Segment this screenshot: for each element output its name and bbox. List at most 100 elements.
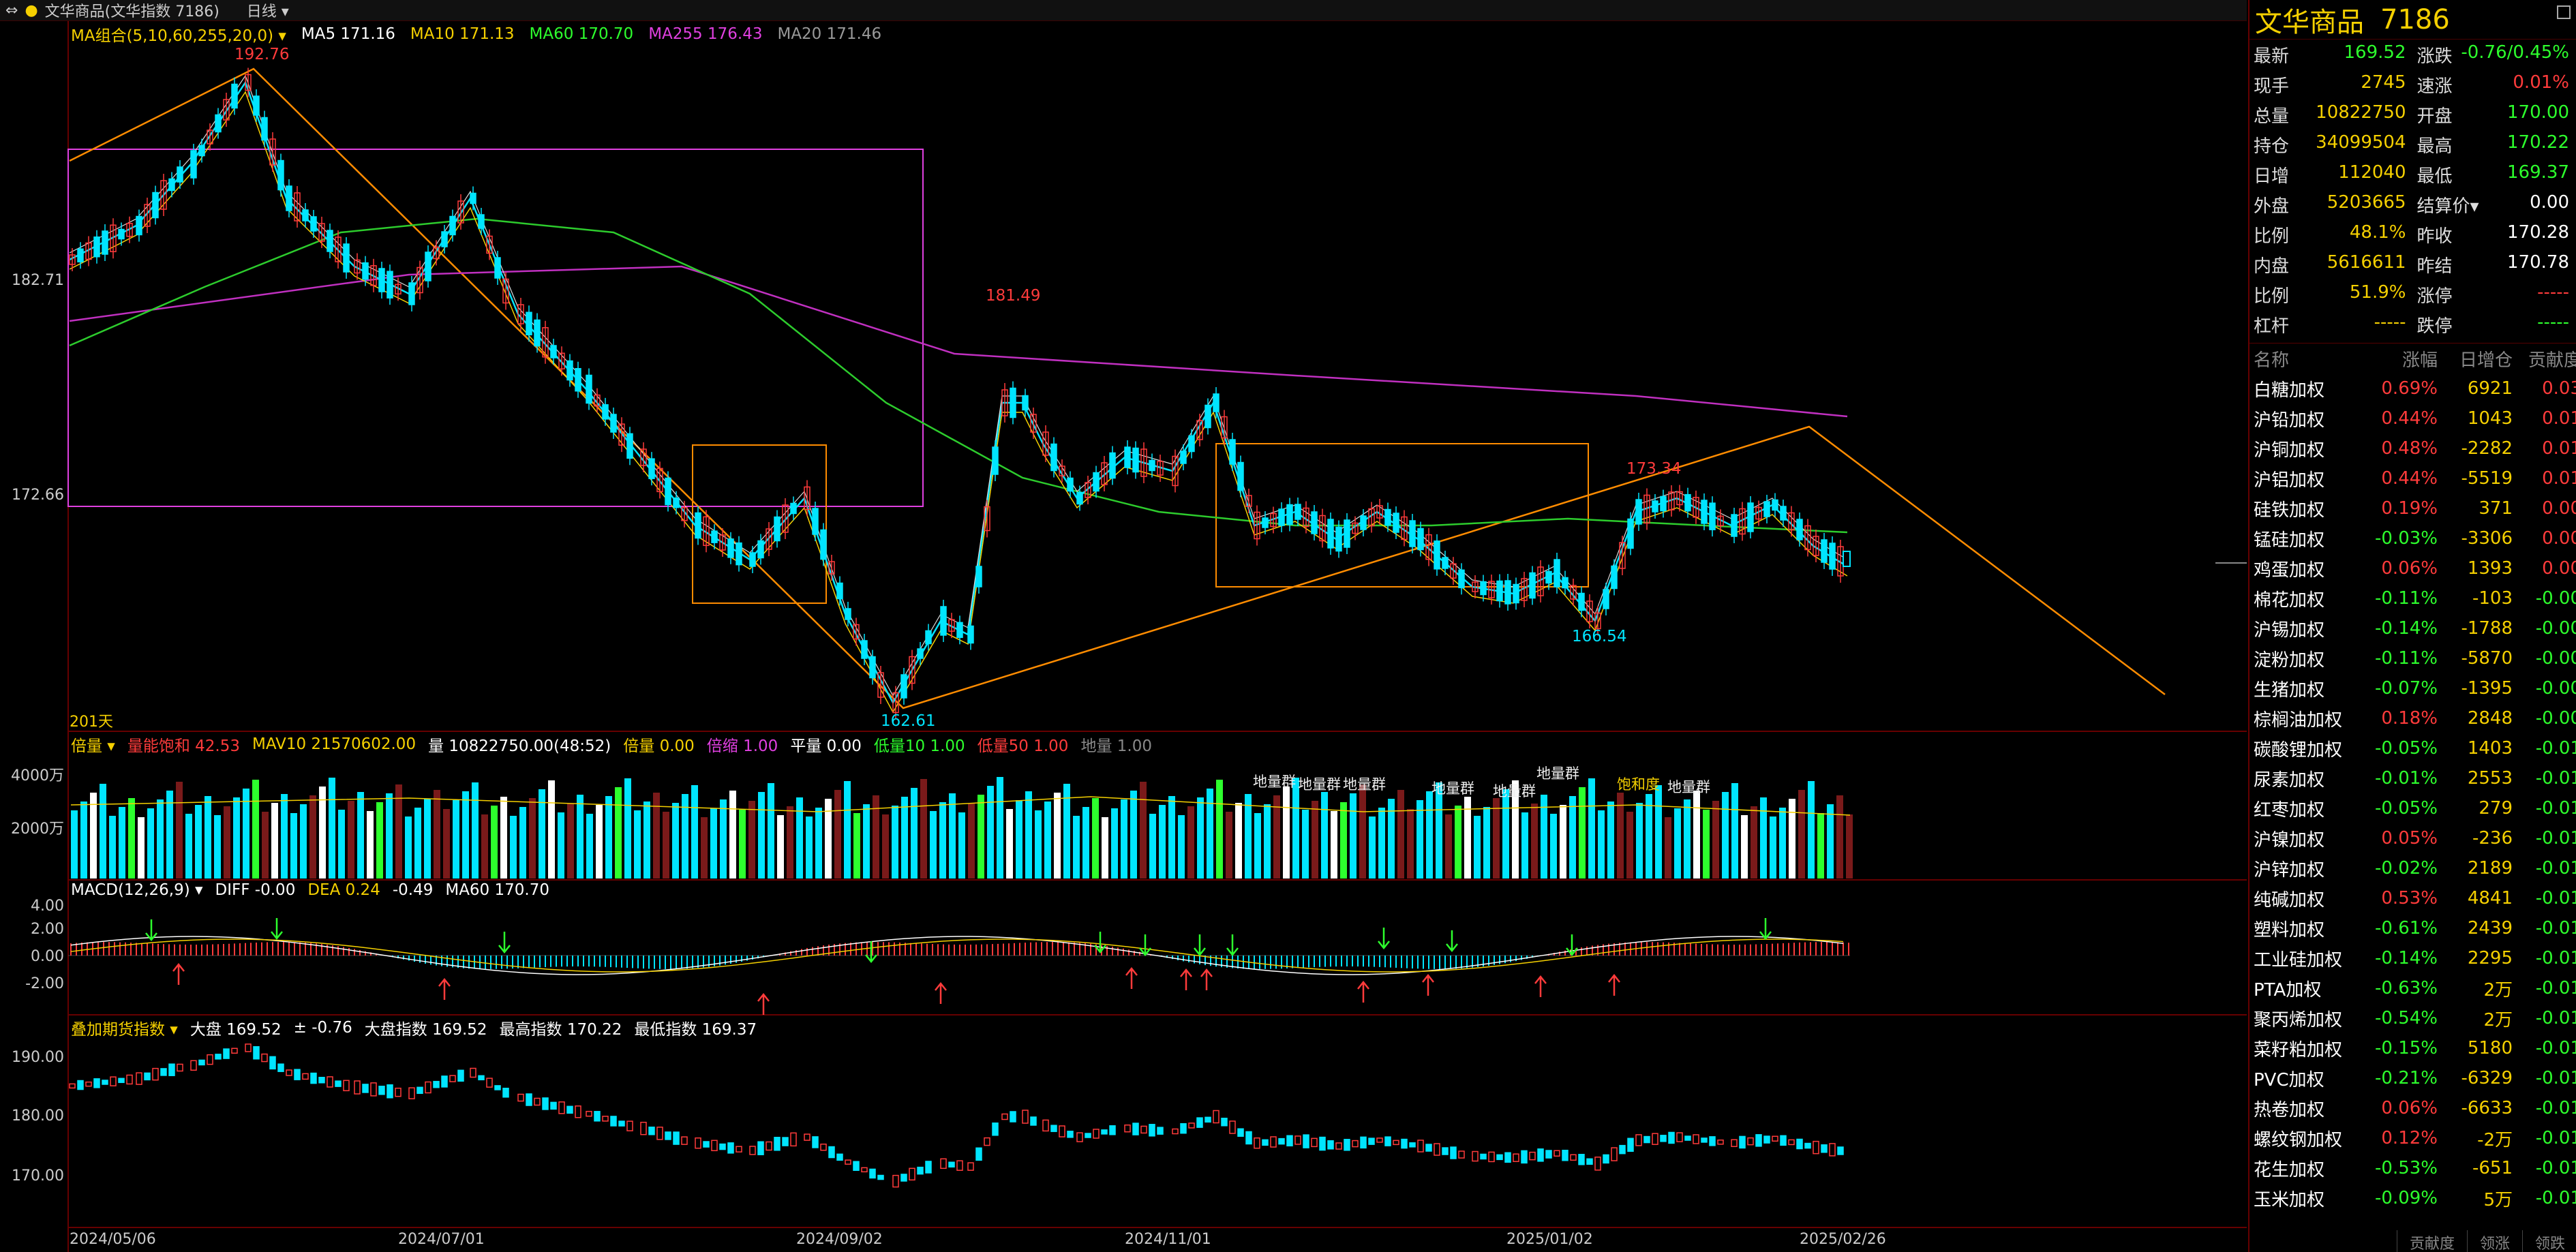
candle bbox=[1701, 500, 1708, 524]
table-row[interactable]: 沪锡加权 -0.14% -1788 -0.00 bbox=[2249, 613, 2576, 643]
volume-bar bbox=[787, 806, 793, 879]
overlay-candle bbox=[1545, 1150, 1552, 1159]
days-label: 201天 bbox=[70, 714, 113, 731]
overlay-selector[interactable]: 叠加期货指数 ▾ bbox=[71, 1016, 178, 1039]
table-row[interactable]: 棉花加权 -0.11% -103 -0.00 bbox=[2249, 583, 2576, 613]
volume-bar bbox=[405, 816, 412, 879]
contribution: -0.00 bbox=[2535, 678, 2576, 699]
volume-bar bbox=[519, 807, 526, 879]
overlay-candle bbox=[594, 1111, 601, 1122]
candle bbox=[1434, 540, 1440, 570]
contribution: 0.01 bbox=[2542, 408, 2576, 429]
table-row[interactable]: 生猪加权 -0.07% -1395 -0.00 bbox=[2249, 673, 2576, 703]
table-row[interactable]: 菜籽粕加权 -0.15% 5180 -0.01 bbox=[2249, 1033, 2576, 1063]
tab-contribution[interactable]: 贡献度 bbox=[2396, 1230, 2467, 1252]
window-menu-icon[interactable]: ⇔ bbox=[5, 2, 18, 19]
chart-canvas[interactable] bbox=[0, 21, 2247, 1252]
table-row[interactable]: 尿素加权 -0.01% 2553 -0.01 bbox=[2249, 763, 2576, 793]
candle bbox=[1311, 511, 1318, 534]
quote-value: 51.9% bbox=[2349, 281, 2406, 303]
overlay-candle bbox=[820, 1143, 827, 1151]
col-change[interactable]: 涨幅 bbox=[2363, 346, 2438, 371]
table-row[interactable]: 玉米加权 -0.09% 5万 -0.01 bbox=[2249, 1183, 2576, 1213]
candle bbox=[1149, 459, 1155, 472]
quote-label: 现手 bbox=[2254, 76, 2290, 97]
window-restore-icon[interactable] bbox=[2557, 5, 2571, 19]
commodity-name: 锰硅加权 bbox=[2254, 530, 2325, 551]
table-row[interactable]: 棕榈油加权 0.18% 2848 -0.00 bbox=[2249, 703, 2576, 733]
change-pct: -0.05% bbox=[2375, 738, 2438, 759]
oi-change: 2553 bbox=[2467, 768, 2513, 789]
volume-indicator-selector[interactable]: 倍量 ▾ bbox=[71, 733, 115, 756]
overlay-candle bbox=[335, 1080, 342, 1087]
volume-bar bbox=[901, 797, 908, 879]
candle bbox=[665, 477, 671, 506]
table-row[interactable]: 碳酸锂加权 -0.05% 1403 -0.01 bbox=[2249, 733, 2576, 763]
overlay-candle bbox=[1627, 1138, 1634, 1152]
volume-bar bbox=[930, 811, 937, 879]
candle bbox=[1529, 572, 1536, 599]
volume-bar bbox=[1569, 796, 1576, 879]
table-row[interactable]: 花生加权 -0.53% -651 -0.01 bbox=[2249, 1153, 2576, 1183]
overlay-candle bbox=[1425, 1144, 1432, 1152]
candle bbox=[77, 248, 84, 262]
overlay-candle bbox=[1157, 1127, 1164, 1135]
overlay-candle bbox=[558, 1101, 565, 1114]
overlay-candle bbox=[198, 1059, 205, 1066]
table-row[interactable]: 热卷加权 0.06% -6633 -0.01 bbox=[2249, 1093, 2576, 1123]
volume-bar bbox=[729, 791, 736, 879]
table-row[interactable]: 纯碱加权 0.53% 4841 -0.01 bbox=[2249, 883, 2576, 913]
table-row[interactable]: 沪铝加权 0.44% -5519 0.01 bbox=[2249, 463, 2576, 493]
candle bbox=[1360, 515, 1367, 530]
table-row[interactable]: 红枣加权 -0.05% 279 -0.01 bbox=[2249, 793, 2576, 823]
candle bbox=[261, 117, 268, 141]
oi-change: 2295 bbox=[2467, 948, 2513, 968]
table-row[interactable]: 沪镍加权 0.05% -236 -0.01 bbox=[2249, 823, 2576, 853]
col-contrib[interactable]: 贡献度 bbox=[2513, 346, 2576, 371]
chart-area[interactable]: MA组合(5,10,60,255,20,0) ▾ MA5 171.16 MA10… bbox=[0, 21, 2247, 1252]
quote-label: 比例 bbox=[2254, 226, 2290, 247]
quote-row: 比例 48.1% 昨收 170.28 bbox=[2249, 219, 2576, 249]
volume-bar bbox=[768, 783, 774, 879]
volume-bar bbox=[1426, 791, 1433, 879]
commodity-name: 红枣加权 bbox=[2254, 799, 2325, 821]
table-row[interactable]: PVC加权 -0.21% -6329 -0.01 bbox=[2249, 1063, 2576, 1093]
quote-value: 48.1% bbox=[2349, 222, 2406, 243]
overlay-candle bbox=[327, 1076, 333, 1088]
table-row[interactable]: 淀粉加权 -0.11% -5870 -0.00 bbox=[2249, 643, 2576, 673]
overlay-candle bbox=[1643, 1135, 1650, 1144]
overlay-candle bbox=[550, 1101, 557, 1110]
overlay-candle bbox=[1101, 1129, 1108, 1135]
table-row[interactable]: 沪铅加权 0.44% 1043 0.01 bbox=[2249, 403, 2576, 433]
tab-top-gainers[interactable]: 领涨 bbox=[2466, 1230, 2522, 1252]
volume-bar bbox=[147, 808, 154, 879]
volume-bar bbox=[1560, 805, 1566, 879]
table-row[interactable]: 白糖加权 0.69% 6921 0.03 bbox=[2249, 373, 2576, 403]
volume-bar bbox=[1016, 800, 1022, 879]
volume-bar bbox=[1626, 812, 1633, 879]
ma-combo-selector[interactable]: MA组合(5,10,60,255,20,0) ▾ bbox=[71, 22, 286, 46]
table-row[interactable]: 鸡蛋加权 0.06% 1393 0.00 bbox=[2249, 553, 2576, 583]
table-row[interactable]: 锰硅加权 -0.03% -3306 0.00 bbox=[2249, 523, 2576, 553]
table-row[interactable]: 工业硅加权 -0.14% 2295 -0.01 bbox=[2249, 943, 2576, 973]
table-row[interactable]: 沪铜加权 0.48% -2282 0.01 bbox=[2249, 433, 2576, 463]
table-row[interactable]: 塑料加权 -0.61% 2439 -0.01 bbox=[2249, 913, 2576, 943]
tab-top-losers[interactable]: 领跌 bbox=[2521, 1230, 2576, 1252]
overlay-candle bbox=[526, 1093, 532, 1106]
candle bbox=[302, 209, 309, 222]
macd-selector[interactable]: MACD(12,26,9) ▾ bbox=[71, 881, 203, 899]
quote-label: 昨结 bbox=[2416, 256, 2453, 277]
table-row[interactable]: 聚丙烯加权 -0.54% 2万 -0.01 bbox=[2249, 1003, 2576, 1033]
period-selector[interactable]: 日线 ▾ bbox=[247, 0, 289, 21]
candle bbox=[1780, 506, 1787, 521]
table-row[interactable]: 硅铁加权 0.19% 371 0.00 bbox=[2249, 493, 2576, 523]
col-oi[interactable]: 日增仓 bbox=[2438, 346, 2513, 371]
table-row[interactable]: 沪锌加权 -0.02% 2189 -0.01 bbox=[2249, 853, 2576, 883]
volume-bar bbox=[1331, 811, 1337, 879]
col-name[interactable]: 名称 bbox=[2254, 346, 2363, 371]
candle bbox=[286, 185, 292, 211]
table-row[interactable]: 螺纹钢加权 0.12% -2万 -0.01 bbox=[2249, 1123, 2576, 1153]
saturation-tag: 饱和度 bbox=[1617, 776, 1660, 793]
table-row[interactable]: PTA加权 -0.63% 2万 -0.01 bbox=[2249, 973, 2576, 1003]
candle bbox=[727, 538, 734, 558]
